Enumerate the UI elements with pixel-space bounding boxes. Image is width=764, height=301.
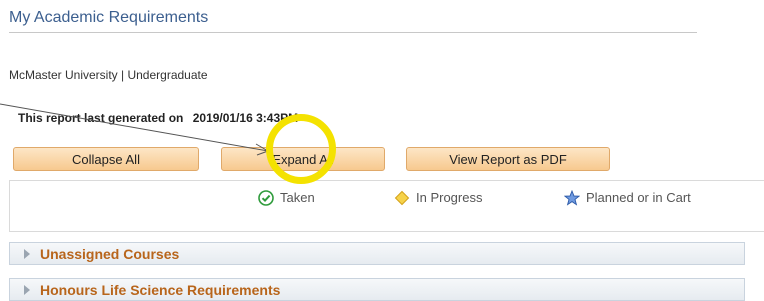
highlight-circle [266,114,336,184]
annotation-arrow [0,103,269,156]
